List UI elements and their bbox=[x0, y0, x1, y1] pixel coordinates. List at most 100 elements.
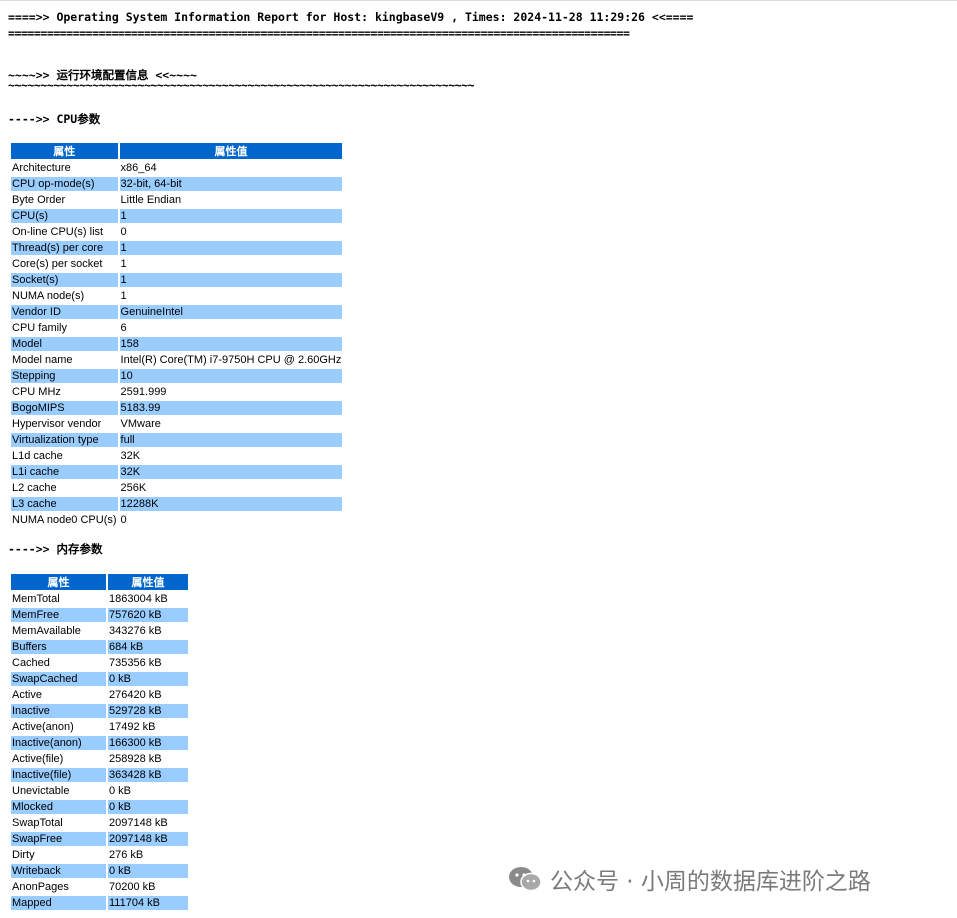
property-cell: SwapCached bbox=[11, 672, 106, 686]
table-row: Inactive(file) 363428 kB bbox=[11, 768, 188, 782]
property-cell: SwapTotal bbox=[12, 817, 63, 829]
wechat-icon bbox=[508, 866, 542, 892]
table-row: Dirty 276 kB bbox=[11, 848, 188, 862]
value-cell: 1 bbox=[120, 290, 127, 302]
table-row: Mapped 111704 kB bbox=[11, 896, 188, 910]
property-cell: Model bbox=[11, 337, 118, 351]
property-cell: Mapped bbox=[11, 896, 106, 910]
table-row: Virtualization type full bbox=[11, 433, 343, 447]
property-cell: Cached bbox=[12, 657, 50, 669]
table-row: Vendor ID GenuineIntel bbox=[11, 305, 343, 319]
table-row: Active 276420 kB bbox=[11, 688, 188, 702]
value-cell: 6 bbox=[120, 322, 127, 334]
value-cell: 0 kB bbox=[108, 800, 188, 814]
table-row: Unevictable 0 kB bbox=[11, 784, 188, 798]
value-cell: 1 bbox=[119, 241, 343, 255]
table-row: AnonPages 70200 kB bbox=[11, 880, 188, 894]
table-row: BogoMIPS 5183.99 bbox=[11, 401, 343, 415]
table-row: L1d cache 32K bbox=[11, 449, 342, 463]
cpu-table: 属性 属性值 Architecture x86_64 CPU op-mode(s) 3… bbox=[9, 141, 344, 529]
property-cell: Inactive(anon) bbox=[11, 736, 106, 750]
value-cell: 32K bbox=[120, 450, 141, 462]
table-row: Core(s) per socket 1 bbox=[11, 257, 342, 271]
cpu-table-header: 属性 属性值 bbox=[11, 143, 343, 159]
property-cell: Architecture bbox=[12, 162, 71, 174]
column-header: 属性 bbox=[11, 143, 118, 159]
table-row: Inactive 529728 kB bbox=[11, 704, 188, 718]
value-cell: 735356 kB bbox=[109, 657, 162, 669]
value-cell: 0 bbox=[120, 514, 127, 526]
property-cell: Model name bbox=[12, 354, 73, 366]
mem-table: 属性 属性值 MemTotal 1863004 kB MemFree 757620 k… bbox=[9, 572, 190, 912]
value-cell: 32K bbox=[119, 465, 343, 479]
table-row: NUMA node0 CPU(s) 0 bbox=[11, 513, 342, 527]
table-row: Stepping 10 bbox=[11, 369, 343, 383]
property-cell: L2 cache bbox=[12, 482, 57, 494]
property-cell: AnonPages bbox=[12, 881, 69, 893]
table-row: Socket(s) 1 bbox=[11, 273, 343, 287]
property-cell: Mlocked bbox=[11, 800, 106, 814]
value-cell: 529728 kB bbox=[108, 704, 188, 718]
property-cell: L3 cache bbox=[11, 497, 118, 511]
property-cell: Hypervisor vendor bbox=[12, 418, 102, 430]
table-row: MemTotal 1863004 kB bbox=[11, 592, 188, 606]
property-cell: MemFree bbox=[11, 608, 106, 622]
table-row: SwapTotal 2097148 kB bbox=[11, 816, 188, 830]
section-rule: ~~~~~~~~~~~~~~~~~~~~~~~~~~~~~~~~~~~~~~~~… bbox=[8, 78, 475, 92]
value-cell: 1863004 kB bbox=[109, 593, 168, 605]
property-cell: Stepping bbox=[11, 369, 118, 383]
table-row: Active(file) 258928 kB bbox=[11, 752, 188, 766]
value-cell: 10 bbox=[119, 369, 343, 383]
property-cell: Dirty bbox=[12, 849, 35, 861]
table-row: NUMA node(s) 1 bbox=[11, 289, 342, 303]
value-cell: 17492 kB bbox=[109, 721, 156, 733]
property-cell: NUMA node0 CPU(s) bbox=[12, 514, 117, 526]
table-row: L1i cache 32K bbox=[11, 465, 343, 479]
table-row: L3 cache 12288K bbox=[11, 497, 343, 511]
watermark-text: 公众号 · 小周的数据库进阶之路 bbox=[550, 869, 871, 895]
table-row: L2 cache 256K bbox=[11, 481, 342, 495]
value-cell: Intel(R) Core(TM) i7-9750H CPU @ 2.60GHz bbox=[120, 354, 342, 366]
value-cell: 0 bbox=[120, 226, 127, 238]
property-cell: Vendor ID bbox=[11, 305, 118, 319]
value-cell: 2097148 kB bbox=[108, 832, 188, 846]
table-row: Cached 735356 kB bbox=[11, 656, 188, 670]
property-cell: CPU(s) bbox=[11, 209, 118, 223]
value-cell: 276420 kB bbox=[109, 689, 162, 701]
column-header: 属性值 bbox=[119, 143, 343, 159]
top-divider bbox=[0, 0, 957, 1]
mem-heading: ---->> 内存参数 bbox=[8, 542, 103, 556]
value-cell: 12288K bbox=[119, 497, 343, 511]
value-cell: 1 bbox=[119, 273, 343, 287]
property-cell: Unevictable bbox=[12, 785, 70, 797]
cpu-heading: ---->> CPU参数 bbox=[8, 112, 101, 126]
property-cell: Inactive bbox=[11, 704, 106, 718]
property-cell: CPU family bbox=[12, 322, 68, 334]
property-cell: L1i cache bbox=[11, 465, 118, 479]
table-row: Mlocked 0 kB bbox=[11, 800, 188, 814]
table-row: MemAvailable 343276 kB bbox=[11, 624, 188, 638]
value-cell: 276 kB bbox=[109, 849, 144, 861]
property-cell: Core(s) per socket bbox=[12, 258, 103, 270]
report-header: ====>> Operating System Information Repo… bbox=[8, 10, 694, 24]
table-row: MemFree 757620 kB bbox=[11, 608, 188, 622]
value-cell: 158 bbox=[119, 337, 343, 351]
table-row: Inactive(anon) 166300 kB bbox=[11, 736, 188, 750]
value-cell: full bbox=[119, 433, 343, 447]
value-cell: 343276 kB bbox=[109, 625, 162, 637]
value-cell: 2591.999 bbox=[120, 386, 167, 398]
property-cell: SwapFree bbox=[11, 832, 106, 846]
property-cell: CPU MHz bbox=[12, 386, 61, 398]
property-cell: Writeback bbox=[11, 864, 106, 878]
property-cell: Byte Order bbox=[12, 194, 66, 206]
property-cell: L1d cache bbox=[12, 450, 63, 462]
value-cell: 0 kB bbox=[109, 785, 132, 797]
report-page: ====>> Operating System Information Repo… bbox=[0, 0, 957, 918]
table-row: Writeback 0 kB bbox=[11, 864, 188, 878]
value-cell: 258928 kB bbox=[109, 753, 162, 765]
property-cell: NUMA node(s) bbox=[12, 290, 85, 302]
property-cell: BogoMIPS bbox=[11, 401, 118, 415]
table-row: Buffers 684 kB bbox=[11, 640, 188, 654]
value-cell: 70200 kB bbox=[109, 881, 156, 893]
table-row: Hypervisor vendor VMware bbox=[11, 417, 342, 431]
